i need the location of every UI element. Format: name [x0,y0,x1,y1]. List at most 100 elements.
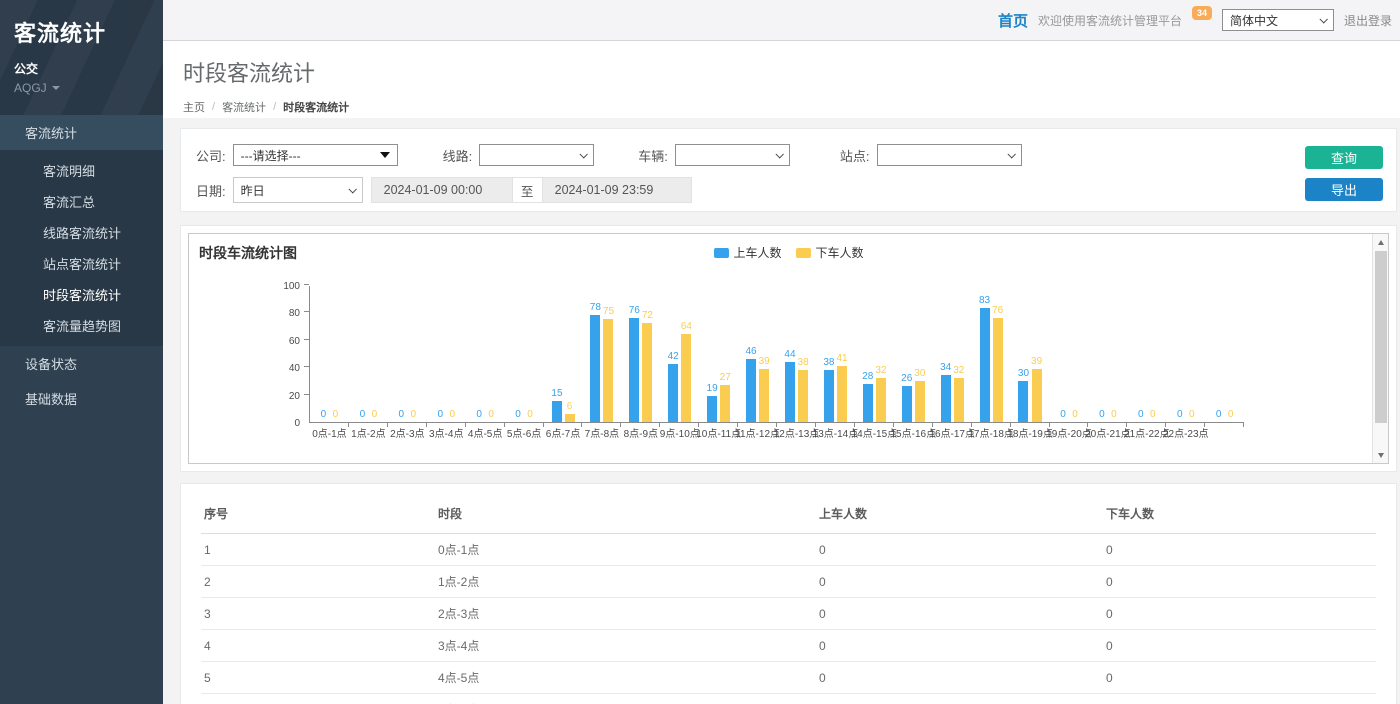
station-select[interactable] [877,144,1022,166]
bar-value-label: 38 [823,357,834,369]
bar-boarding: 19 [707,286,718,422]
language-select-value: 简体中文 [1230,12,1278,29]
chart-bar-group: 42649点-10点 [660,286,699,422]
cell-index: 1 [201,534,435,566]
legend-label-alighting: 下车人数 [816,244,864,261]
y-axis-tick-label: 80 [289,308,300,319]
cell-alighting: 0 [1103,694,1376,704]
breadcrumb-section[interactable]: 客流统计 [222,99,266,115]
bar-alighting: 0 [408,286,418,422]
sidebar-item[interactable]: 基础数据 [0,381,163,416]
company-label: 公司: [196,146,226,165]
date-to-input[interactable]: 2024-01-09 23:59 [542,177,692,203]
chart-bar-group: 0022点-23点 [1166,286,1205,422]
app-logo: 客流统计 [14,16,149,48]
notification-badge[interactable]: 34 [1192,6,1212,20]
line-select[interactable] [479,144,594,166]
chart-bar-group: 283214点-15点 [855,286,894,422]
cell-period: 1点-2点 [435,566,816,598]
cell-alighting: 0 [1103,598,1376,630]
bar-value-label: 28 [862,371,873,383]
x-axis-label: 22点-23点 [1163,425,1209,440]
legend-swatch-boarding [713,248,728,258]
table-body: 10点-1点0021点-2点0032点-3点0043点-4点0054点-5点00… [201,534,1376,704]
cell-boarding: 0 [816,662,1103,694]
bar-value-label: 0 [1228,409,1234,421]
bar-value-label: 34 [940,362,951,374]
bar [603,319,613,422]
home-link[interactable]: 首页 [998,10,1028,31]
bar [941,375,951,422]
date-from-input[interactable]: 2024-01-09 00:00 [371,177,513,203]
y-axis-tick [304,311,309,312]
cell-period: 2点-3点 [435,598,816,630]
bar-alighting: 6 [565,286,575,422]
app-root: 客流统计 公交 AQGJ 客流统计 客流明细客流汇总线路客流统计站点客流统计时段… [0,0,1400,704]
bar [876,378,886,422]
bar-value-label: 46 [745,346,756,358]
bar [720,385,730,422]
bar-value-label: 0 [399,409,405,421]
date-preset-select[interactable]: 昨日 [233,177,363,203]
scroll-up-button[interactable] [1373,234,1388,250]
bar-alighting: 0 [330,286,340,422]
sidebar-subitem[interactable]: 客流量趋势图 [0,310,163,341]
cell-period: 3点-4点 [435,630,816,662]
bar-alighting: 0 [1070,286,1080,422]
vehicle-select[interactable] [675,144,790,166]
sidebar-subitem[interactable]: 时段客流统计 [0,279,163,310]
chart-y-axis: 020406080100 [263,286,309,423]
bar-value-label: 0 [437,409,443,421]
chevron-down-icon [580,150,588,158]
chart-bar-group: 837617点-18点 [972,286,1011,422]
chart-bar-group: 76728点-9点 [621,286,660,422]
bar-value-label: 83 [979,295,990,307]
language-select[interactable]: 简体中文 [1222,9,1334,31]
chart-plot: 000点-1点001点-2点002点-3点003点-4点004点-5点005点-… [309,286,1244,423]
x-axis-label: 2点-3点 [390,425,424,440]
chart-bar-group: 0021点-22点 [1127,286,1166,422]
stats-table: 序号 时段 上车人数 下车人数 10点-1点0021点-2点0032点-3点00… [201,496,1376,704]
sidebar-subitem[interactable]: 站点客流统计 [0,248,163,279]
bar-value-label: 64 [681,321,692,333]
bar-value-label: 0 [1099,409,1105,421]
table-row: 21点-2点00 [201,566,1376,598]
bar-value-label: 0 [1150,409,1156,421]
breadcrumb-separator: / [273,101,276,113]
chart-bar-group: 343216点-17点 [933,286,972,422]
breadcrumb-separator: / [212,101,215,113]
scrollbar-thumb[interactable] [1375,251,1387,423]
export-button[interactable]: 导出 [1305,178,1383,201]
sidebar-item-passenger-stats[interactable]: 客流统计 [0,115,163,150]
bar-value-label: 19 [707,383,718,395]
bar-alighting: 32 [875,286,886,422]
chart-scrollbar[interactable] [1372,234,1388,463]
sidebar-subitem[interactable]: 线路客流统计 [0,217,163,248]
query-button[interactable]: 查询 [1305,146,1383,169]
page-title: 时段客流统计 [183,56,1400,88]
bar-value-label: 0 [1189,409,1195,421]
legend-item-boarding[interactable]: 上车人数 [713,244,781,261]
table-panel: 序号 时段 上车人数 下车人数 10点-1点0021点-2点0032点-3点00… [180,483,1397,704]
company-select[interactable]: ---请选择--- [233,144,398,166]
y-axis-tick [304,339,309,340]
bar-boarding: 0 [396,286,406,422]
sidebar-item[interactable]: 设备状态 [0,346,163,381]
filter-row-1: 公司: ---请选择--- 线路: 车辆: 站点: [196,144,1384,166]
x-axis-label: 4点-5点 [468,425,502,440]
bar [915,381,925,422]
logout-link[interactable]: 退出登录 [1344,12,1392,29]
x-axis-label: 1点-2点 [351,425,385,440]
date-label: 日期: [196,181,226,200]
scroll-down-button[interactable] [1373,447,1388,463]
account-dropdown[interactable]: AQGJ [14,81,149,95]
sidebar-subitem[interactable]: 客流汇总 [0,186,163,217]
bar [590,315,600,422]
legend-item-alighting[interactable]: 下车人数 [796,244,864,261]
sidebar: 客流统计 公交 AQGJ 客流统计 客流明细客流汇总线路客流统计站点客流统计时段… [0,0,163,704]
bar-value-label: 6 [567,401,573,413]
breadcrumb-home[interactable]: 主页 [183,99,205,115]
bar-alighting: 76 [992,286,1003,422]
y-axis-tick-label: 60 [289,336,300,347]
sidebar-subitem[interactable]: 客流明细 [0,155,163,186]
